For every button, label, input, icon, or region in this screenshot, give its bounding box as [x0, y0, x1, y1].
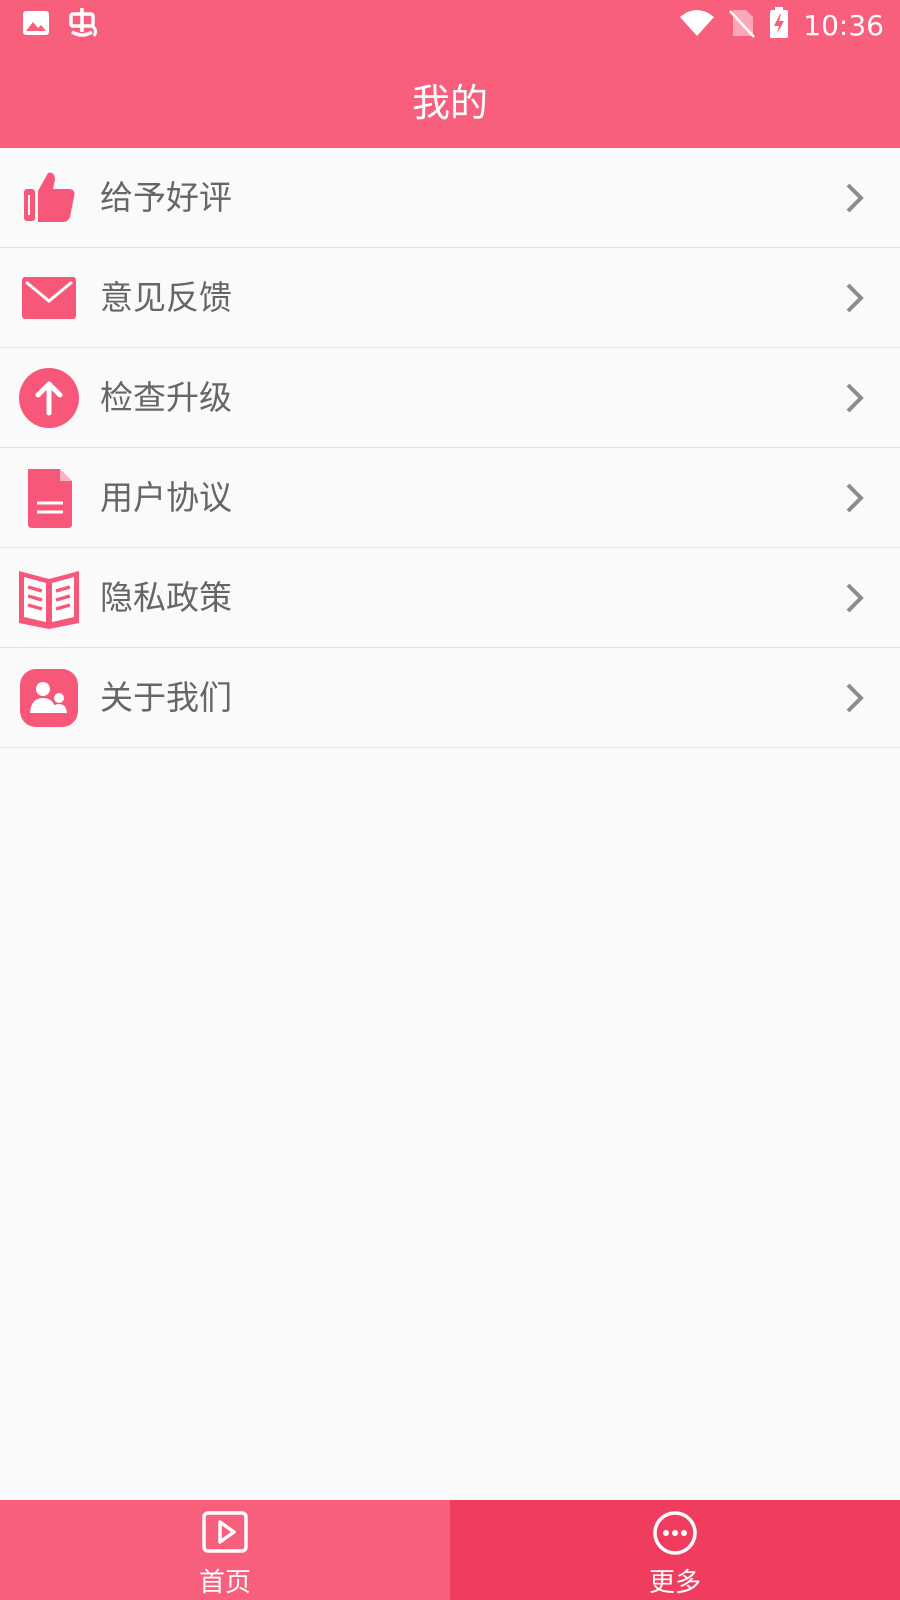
mail-icon — [18, 267, 80, 329]
tab-more[interactable]: 更多 — [450, 1500, 900, 1600]
menu-list: 给予好评 意见反馈 检查升级 用户协议 隐私政策 关于我们 — [0, 148, 900, 748]
arrow-up-circle-icon — [18, 367, 80, 429]
tab-more-label: 更多 — [648, 1568, 701, 1598]
wifi-icon — [679, 9, 715, 41]
chevron-right-icon — [844, 682, 864, 714]
menu-item-label: 检查升级 — [100, 378, 232, 417]
menu-item-label: 隐私政策 — [100, 578, 232, 617]
bug-icon — [68, 6, 100, 44]
bottom-nav: 首页 更多 — [0, 1500, 900, 1600]
menu-item-about-us[interactable]: 关于我们 — [0, 648, 900, 748]
menu-item-label: 意见反馈 — [100, 278, 232, 317]
chevron-right-icon — [844, 182, 864, 214]
menu-item-user-agreement[interactable]: 用户协议 — [0, 448, 900, 548]
play-box-icon — [201, 1510, 249, 1556]
battery-charging-icon — [769, 7, 789, 43]
status-time: 10:36 — [803, 8, 884, 42]
menu-item-feedback[interactable]: 意见反馈 — [0, 248, 900, 348]
chevron-right-icon — [844, 582, 864, 614]
open-book-icon — [18, 567, 80, 629]
tab-home[interactable]: 首页 — [0, 1500, 450, 1600]
document-icon — [18, 467, 80, 529]
tab-home-label: 首页 — [198, 1568, 251, 1598]
menu-item-check-update[interactable]: 检查升级 — [0, 348, 900, 448]
chevron-right-icon — [844, 382, 864, 414]
title-bar: 我的 — [0, 50, 900, 148]
status-right-icons: 10:36 — [679, 7, 884, 43]
more-circle-icon — [651, 1510, 699, 1556]
people-icon — [18, 667, 80, 729]
menu-item-label: 用户协议 — [100, 478, 232, 517]
menu-item-privacy-policy[interactable]: 隐私政策 — [0, 548, 900, 648]
page-title: 我的 — [411, 80, 488, 125]
menu-item-rate[interactable]: 给予好评 — [0, 148, 900, 248]
chevron-right-icon — [844, 482, 864, 514]
no-sim-icon — [729, 8, 756, 42]
thumbs-up-icon — [18, 167, 80, 229]
status-left-icons — [22, 8, 100, 42]
chevron-right-icon — [844, 282, 864, 314]
menu-item-label: 关于我们 — [100, 678, 232, 717]
menu-item-label: 给予好评 — [100, 178, 232, 217]
status-bar: 10:36 — [0, 0, 900, 50]
image-icon — [22, 9, 50, 41]
